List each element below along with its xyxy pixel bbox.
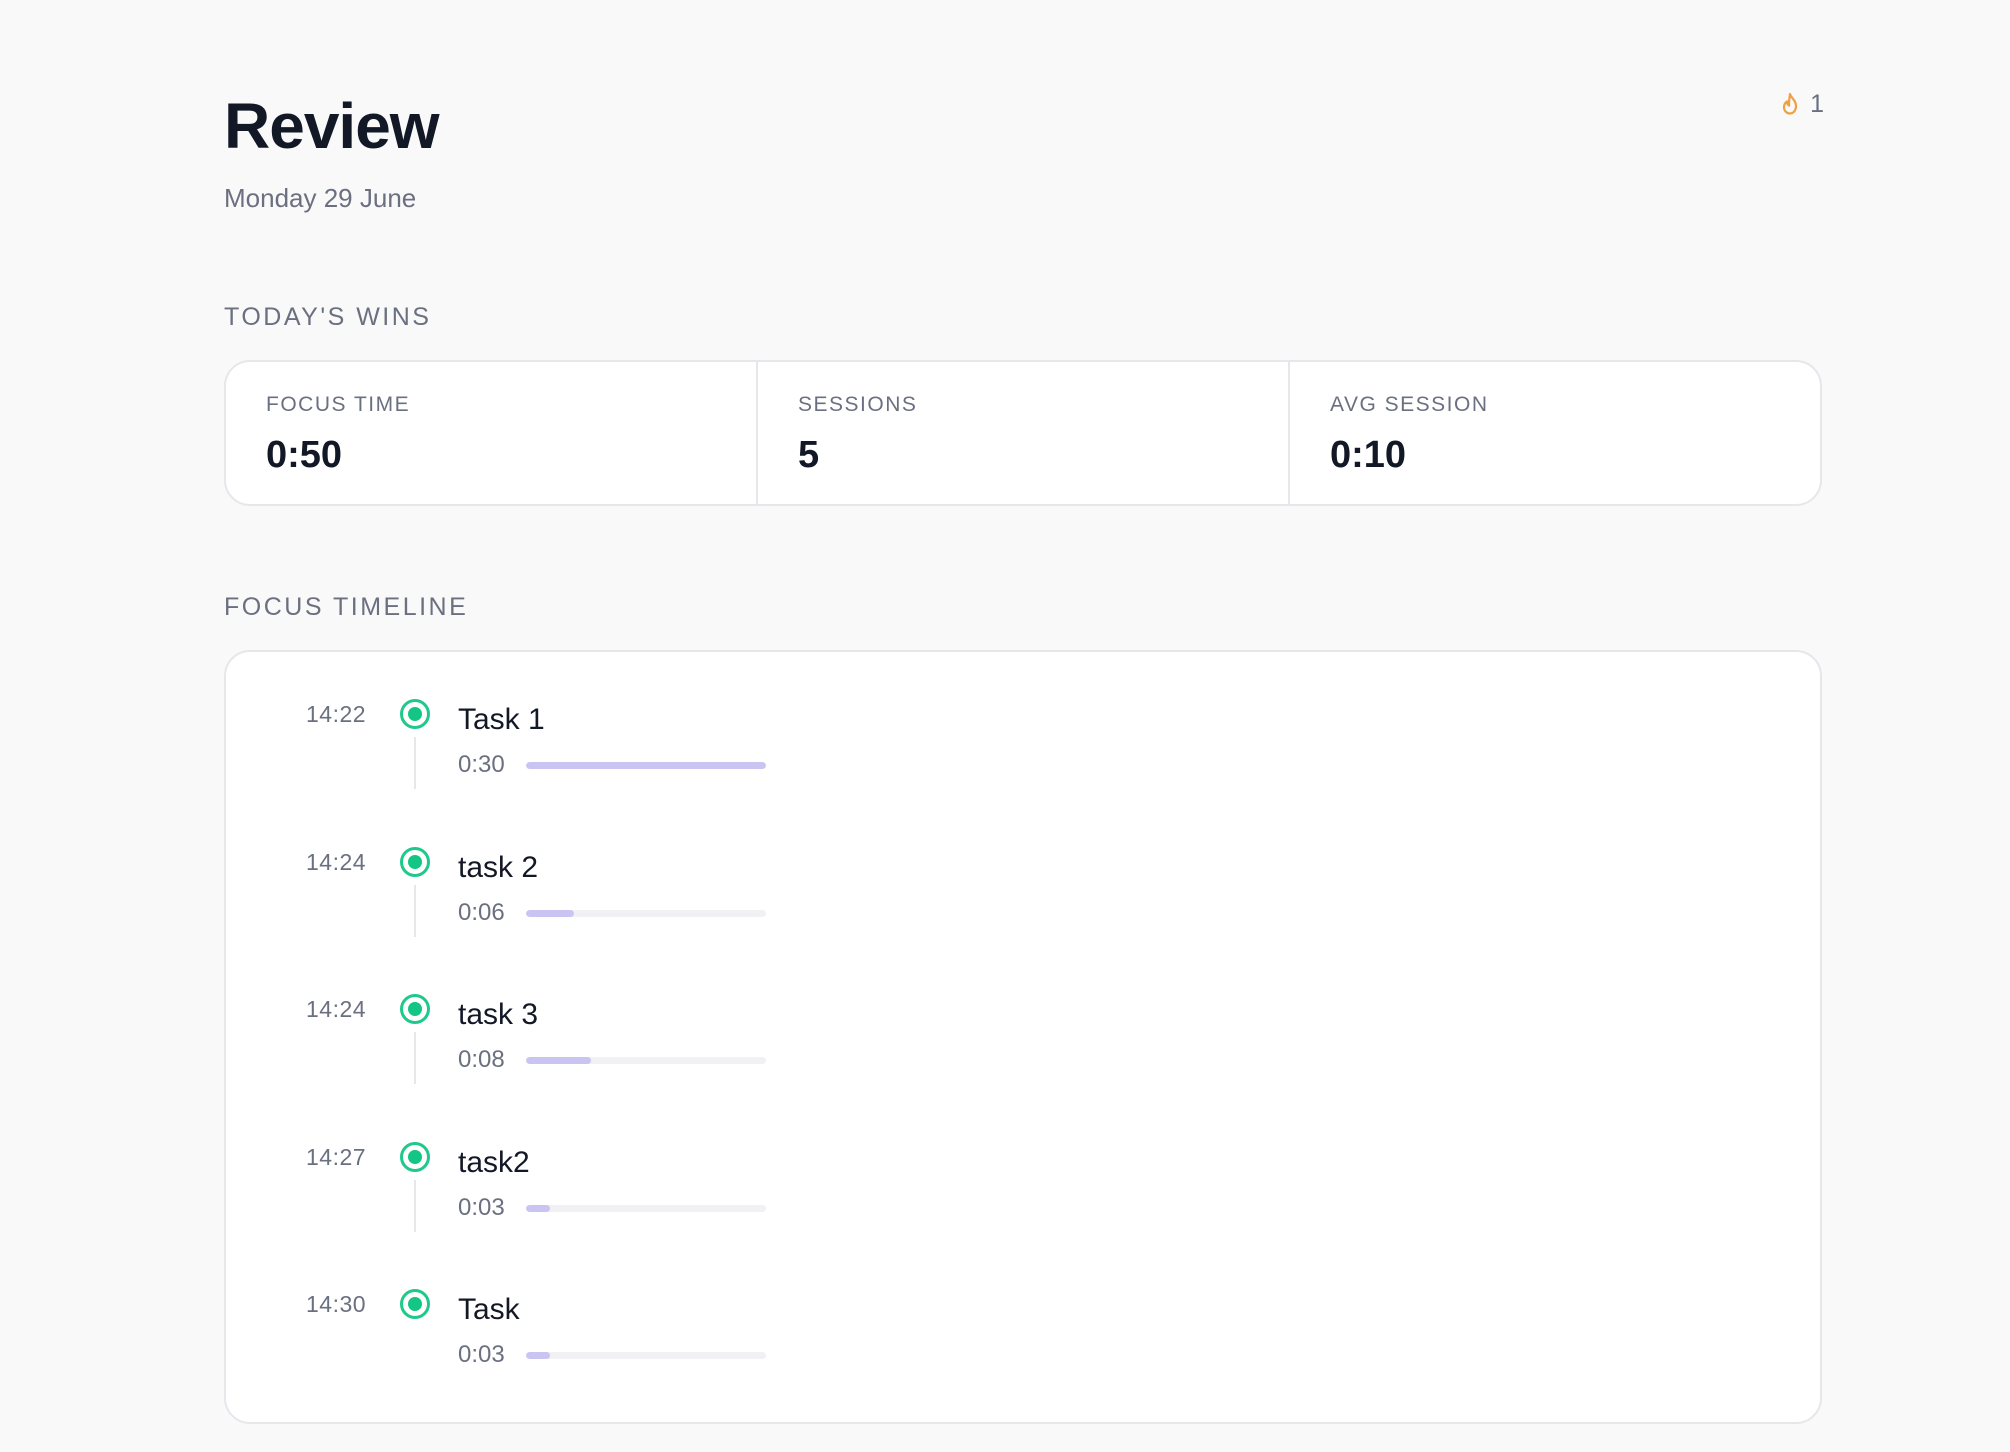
entry-duration: 0:03	[458, 1194, 505, 1221]
timeline-entry[interactable]: 14:30 Task 0:03	[226, 1242, 1820, 1390]
stat-value: 0:10	[1330, 434, 1407, 476]
entry-task-name: task2	[458, 1146, 530, 1179]
stat-label: FOCUS TIME	[266, 393, 411, 416]
stat-focus-time: FOCUS TIME 0:50	[226, 362, 756, 504]
streak-count: 1	[1810, 90, 1824, 118]
entry-duration: 0:30	[458, 751, 505, 778]
page-header: Review Monday 29 June 1	[224, 0, 1824, 260]
stat-label: SESSIONS	[798, 393, 918, 416]
timeline-connector	[414, 1180, 416, 1232]
entry-duration: 0:08	[458, 1046, 505, 1073]
stat-label: AVG SESSION	[1330, 393, 1489, 416]
entry-duration-bar-fill	[526, 762, 766, 769]
session-complete-dot-icon	[400, 1289, 430, 1319]
todays-wins-heading: TODAY'S WINS	[224, 303, 432, 331]
timeline-connector	[414, 737, 416, 789]
focus-timeline-heading: FOCUS TIMELINE	[224, 593, 469, 621]
entry-task-name: task 2	[458, 851, 539, 884]
entry-duration-bar	[526, 1205, 766, 1212]
entry-duration-bar-fill	[526, 1352, 550, 1359]
entry-time: 14:24	[306, 849, 367, 875]
timeline-entry[interactable]: 14:27 task2 0:03	[226, 1095, 1820, 1243]
entry-duration-bar-fill	[526, 910, 574, 917]
timeline-connector	[414, 885, 416, 937]
entry-duration-bar-fill	[526, 1057, 591, 1064]
session-complete-dot-icon	[400, 699, 430, 729]
stat-value: 5	[798, 434, 820, 476]
entry-duration-bar	[526, 762, 766, 769]
page-title: Review	[224, 90, 440, 162]
entry-time: 14:27	[306, 1144, 367, 1170]
entry-duration-bar	[526, 910, 766, 917]
entry-time: 14:24	[306, 996, 367, 1022]
entry-task-name: Task	[458, 1293, 520, 1326]
stat-avg-session: AVG SESSION 0:10	[1288, 362, 1820, 504]
entry-duration-bar	[526, 1352, 766, 1359]
entry-duration: 0:06	[458, 899, 505, 926]
stat-sessions: SESSIONS 5	[756, 362, 1288, 504]
entry-time: 14:22	[306, 701, 367, 727]
session-complete-dot-icon	[400, 1142, 430, 1172]
entry-duration-bar-fill	[526, 1205, 550, 1212]
stat-value: 0:50	[266, 434, 343, 476]
focus-timeline-card: 14:22 Task 1 0:30 14:24 task 2 0:06 14:2…	[224, 650, 1822, 1424]
entry-task-name: Task 1	[458, 703, 545, 736]
timeline-entry[interactable]: 14:24 task 3 0:08	[226, 947, 1820, 1095]
timeline-entry[interactable]: 14:24 task 2 0:06	[226, 800, 1820, 948]
entry-duration: 0:03	[458, 1341, 505, 1368]
session-complete-dot-icon	[400, 847, 430, 877]
timeline-connector	[414, 1032, 416, 1084]
review-page: Review Monday 29 June 1 TODAY'S WINS FOC…	[224, 0, 1824, 1424]
flame-icon	[1780, 92, 1800, 116]
streak-counter[interactable]: 1	[1780, 86, 1824, 122]
entry-task-name: task 3	[458, 998, 539, 1031]
timeline-entry[interactable]: 14:22 Task 1 0:30	[226, 652, 1820, 800]
todays-wins-card: FOCUS TIME 0:50 SESSIONS 5 AVG SESSION 0…	[224, 360, 1822, 506]
entry-duration-bar	[526, 1057, 766, 1064]
entry-time: 14:30	[306, 1291, 367, 1317]
page-date: Monday 29 June	[224, 183, 417, 213]
session-complete-dot-icon	[400, 994, 430, 1024]
